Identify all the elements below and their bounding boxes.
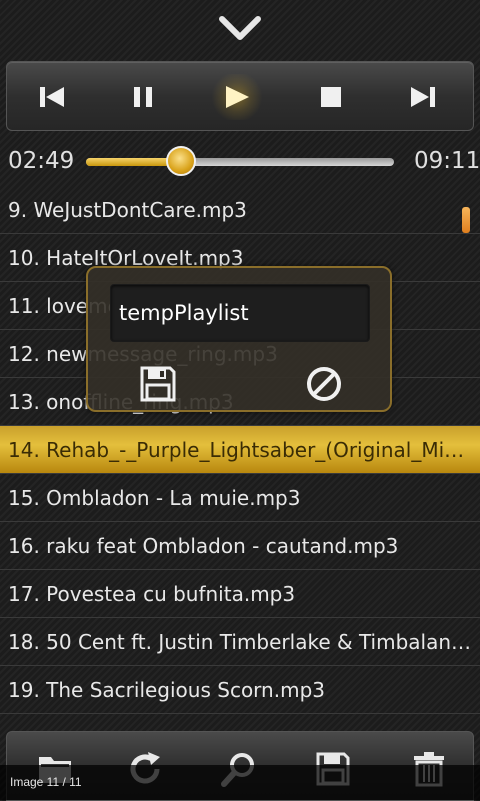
image-caption-bar: Image 11 / 11 bbox=[0, 765, 480, 800]
playlist-item[interactable]: 17. Povestea cu bufnita.mp3 bbox=[0, 570, 480, 618]
scroll-indicator[interactable] bbox=[462, 207, 470, 233]
pause-button[interactable] bbox=[115, 74, 171, 120]
pause-icon bbox=[134, 87, 152, 107]
seek-thumb[interactable] bbox=[165, 146, 196, 176]
playlist-item[interactable]: 18. 50 Cent ft. Justin Timberlake & Timb… bbox=[0, 618, 480, 666]
image-counter: Image 11 / 11 bbox=[10, 775, 82, 789]
chevron-down-icon bbox=[219, 16, 261, 40]
total-duration: 09:11 bbox=[414, 148, 480, 174]
floppy-disk-icon bbox=[140, 366, 176, 402]
playlist-item[interactable]: 16. raku feat Ombladon - cautand.mp3 bbox=[0, 522, 480, 570]
play-button[interactable] bbox=[209, 74, 265, 120]
play-icon bbox=[226, 86, 249, 108]
playlist-item[interactable]: 15. Ombladon - La muie.mp3 bbox=[0, 474, 480, 522]
previous-button[interactable] bbox=[24, 74, 80, 120]
playlist-item[interactable]: 9. WeJustDontCare.mp3 bbox=[0, 186, 480, 234]
elapsed-time: 02:49 bbox=[8, 148, 75, 174]
cancel-button[interactable] bbox=[302, 362, 346, 406]
save-playlist-dialog bbox=[86, 266, 392, 412]
skip-previous-icon bbox=[40, 87, 64, 107]
collapse-button[interactable] bbox=[210, 6, 270, 50]
save-playlist-button[interactable] bbox=[136, 362, 180, 406]
playlist-name-input[interactable] bbox=[110, 284, 370, 342]
seek-bar[interactable] bbox=[86, 146, 394, 176]
stop-icon bbox=[321, 87, 341, 107]
stop-button[interactable] bbox=[303, 74, 359, 120]
playlist-item[interactable]: 19. The Sacrilegious Scorn.mp3 bbox=[0, 666, 480, 714]
skip-next-icon bbox=[411, 87, 435, 107]
cancel-icon bbox=[307, 367, 341, 401]
transport-controls bbox=[6, 61, 474, 131]
next-button[interactable] bbox=[395, 74, 451, 120]
playlist-item-selected[interactable]: 14. Rehab_-_Purple_Lightsaber_(Original_… bbox=[0, 426, 480, 474]
